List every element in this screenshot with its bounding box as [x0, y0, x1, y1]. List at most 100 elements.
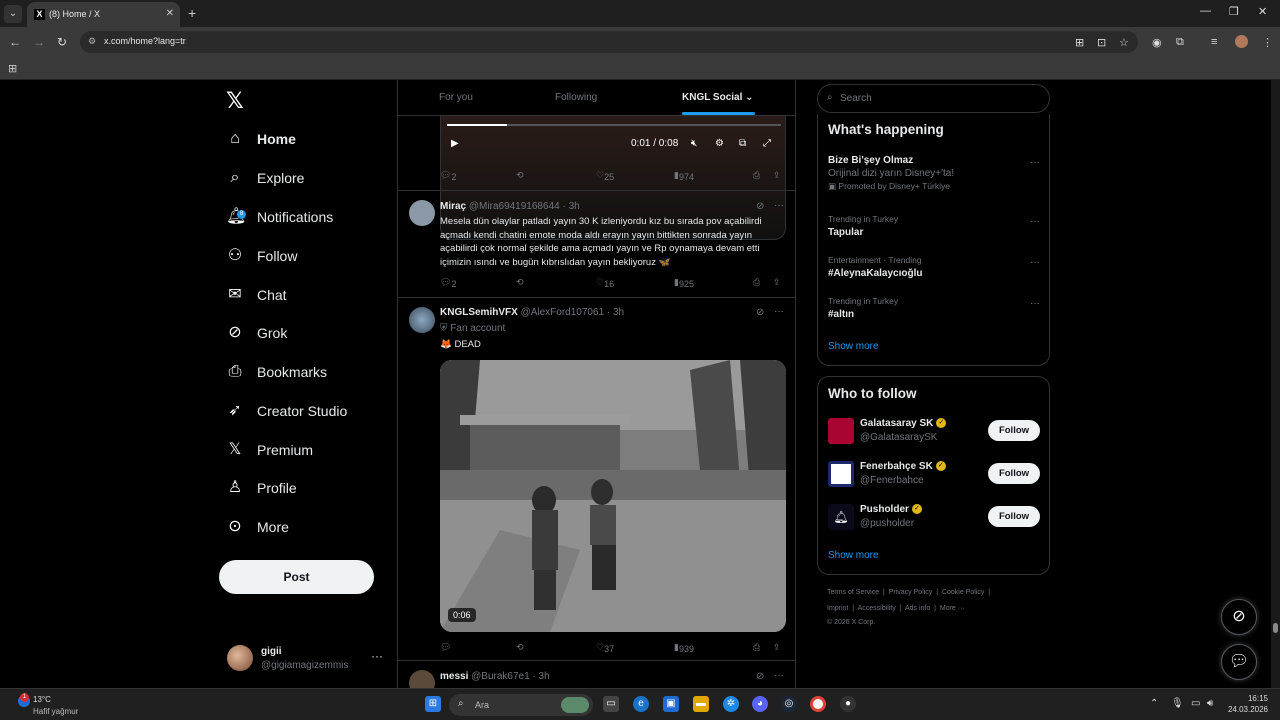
more-dots-icon[interactable]: ··· [1030, 298, 1040, 309]
follow-button[interactable]: Follow [988, 506, 1040, 527]
video-thumbnail[interactable]: 0:06 [440, 360, 786, 632]
clock[interactable]: 16:15 24.03.2026 [1226, 693, 1268, 715]
site-info-icon[interactable]: ⚙ [88, 36, 100, 48]
more-dots-icon[interactable]: ··· [774, 306, 784, 317]
follow-suggestion[interactable]: Fenerbahçe SK ✓ @Fenerbahce Follow [828, 459, 1040, 489]
trend-item[interactable]: Trending in Turkey Tapular ··· [828, 214, 1040, 238]
nav-more[interactable]: ⊙ More [226, 512, 289, 542]
bookmark-star-icon[interactable]: ☆ [1119, 36, 1129, 49]
reading-list-icon[interactable]: ≡ [1211, 36, 1217, 48]
store-icon[interactable]: ▣ [663, 696, 679, 712]
fullscreen-icon[interactable]: ⤢ [763, 138, 771, 149]
show-more-link[interactable]: Show more [828, 550, 879, 561]
bookmark-icon[interactable]: ⎙ [753, 277, 760, 288]
retweet-icon[interactable]: ⟲ [516, 277, 524, 288]
taskbar-search[interactable]: ⌕ Ara [449, 694, 593, 716]
footer-link[interactable]: Accessibility [858, 605, 896, 612]
apps-grid-icon[interactable]: ⊞ [8, 62, 17, 75]
video-progress-bar[interactable] [447, 124, 781, 126]
forward-icon[interactable]: → [33, 35, 45, 49]
url-bar[interactable]: ⚙ x.com/home?lang=tr [80, 31, 1138, 53]
chevron-up-icon[interactable]: ⌃ [1150, 698, 1158, 709]
follow-button[interactable]: Follow [988, 420, 1040, 441]
views-button[interactable]: ▮ 974 [674, 170, 694, 182]
more-dots-icon[interactable]: ··· [1030, 216, 1040, 227]
footer-link[interactable]: Terms of Service [827, 589, 879, 596]
chat-fab-icon[interactable]: 💬︎ [1221, 644, 1257, 680]
install-app-icon[interactable]: ⊡ [1097, 36, 1106, 49]
nav-bookmarks[interactable]: ⎙ Bookmarks [226, 357, 327, 387]
back-icon[interactable]: ← [9, 35, 21, 49]
trend-item[interactable]: Entertainment · Trending #AleynaKalaycıo… [828, 255, 1040, 279]
nav-notifications[interactable]: 🔔︎ 8 Notifications [226, 202, 333, 232]
share-icon[interactable]: ⇪ [773, 642, 781, 653]
translate-icon[interactable]: ⊞ [1075, 36, 1084, 49]
start-icon[interactable]: ⊞ [425, 696, 441, 712]
x-logo-icon[interactable]: 𝕏 [226, 88, 244, 114]
follow-button[interactable]: Follow [988, 463, 1040, 484]
post[interactable]: messi @Burak67e1 · 3h ⊘ ··· [398, 660, 795, 688]
nav-explore[interactable]: ⌕ Explore [226, 163, 305, 193]
extension-icon[interactable]: ◉ [1152, 36, 1162, 49]
volume-icon[interactable]: 🔊︎ [1207, 698, 1213, 709]
share-icon[interactable]: ⇪ [773, 277, 781, 288]
microphone-icon[interactable]: 🎙︎ [1171, 698, 1184, 709]
post-button[interactable]: Post [219, 560, 374, 594]
retweet-icon[interactable]: ⟲ [516, 642, 524, 653]
footer-link[interactable]: Privacy Policy [889, 589, 933, 596]
window-close-icon[interactable]: ✕ [1258, 5, 1267, 18]
follow-suggestion[interactable]: 🔔︎ Pusholder ✓ @pusholder Follow [828, 502, 1040, 532]
minimize-icon[interactable]: — [1200, 5, 1211, 17]
footer-link[interactable]: Ads info [905, 605, 930, 612]
retweet-icon[interactable]: ⟲ [516, 170, 524, 181]
trend-item[interactable]: Trending in Turkey #altın ··· [828, 296, 1040, 320]
browser-menu-icon[interactable]: ⋮ [1262, 36, 1273, 49]
nav-home[interactable]: ⌂ Home [226, 124, 296, 154]
views-button[interactable]: ▮ 939 [674, 642, 694, 654]
like-button[interactable]: ♡ 16 [596, 277, 614, 289]
new-tab-icon[interactable]: + [188, 5, 196, 21]
tab-for-you[interactable]: For you [439, 92, 473, 103]
grok-icon[interactable]: ⊘ [756, 201, 764, 212]
tab-close-icon[interactable]: ✕ [166, 8, 174, 19]
file-explorer-icon[interactable]: ▬ [693, 696, 709, 712]
nav-creator-studio[interactable]: ➶ Creator Studio [226, 396, 347, 426]
more-dots-icon[interactable]: ··· [1030, 157, 1040, 168]
task-view-icon[interactable]: ▭ [603, 696, 619, 712]
post[interactable]: KNGLSemihVFX @AlexFord107061 · 3h ⊘ ··· … [398, 297, 795, 659]
footer-link[interactable]: More ··· [940, 605, 965, 612]
app-icon-2[interactable]: ● [840, 696, 856, 712]
bookmark-icon[interactable]: ⎙ [753, 642, 760, 653]
edge-icon[interactable]: e [633, 696, 649, 712]
extensions-puzzle-icon[interactable]: ⧉ [1176, 36, 1184, 49]
follow-suggestion[interactable]: Galatasaray SK ✓ @GalatasaraySK Follow [828, 416, 1040, 446]
reply-button[interactable]: 💬︎ 2 [440, 170, 456, 182]
reload-icon[interactable]: ↻ [57, 35, 67, 49]
grok-fab-icon[interactable]: ⊘ [1221, 599, 1257, 635]
profile-avatar-icon[interactable] [1235, 35, 1248, 48]
mute-icon[interactable]: 🔇︎ [691, 138, 697, 149]
reply-button[interactable]: 💬︎ [440, 642, 451, 653]
play-icon[interactable]: ▶ [451, 138, 459, 149]
nav-follow[interactable]: ⚇ Follow [226, 241, 298, 271]
nav-profile[interactable]: ♙ Profile [226, 473, 297, 503]
search-input[interactable]: ⌕ Search [817, 84, 1050, 113]
footer-link[interactable]: Imprint [827, 605, 848, 612]
nav-premium[interactable]: 𝕏 Premium [226, 435, 313, 465]
reply-button[interactable]: 💬︎ 2 [440, 277, 456, 289]
display-icon[interactable]: ▭ [1191, 698, 1200, 709]
like-button[interactable]: ♡ 25 [596, 170, 614, 182]
nav-chat[interactable]: ✉ Chat [226, 280, 286, 310]
tab-kngl-social[interactable]: KNGL Social ⌄ [682, 92, 754, 103]
tab-search-dropdown[interactable]: ⌄ [4, 5, 22, 23]
nav-grok[interactable]: ⊘ Grok [226, 318, 287, 348]
bookmark-icon[interactable]: ⎙ [753, 170, 760, 181]
more-dots-icon[interactable]: ··· [1030, 257, 1040, 268]
trend-item[interactable]: Bize Bi'şey Olmaz Orijinal dizi yarın Di… [828, 155, 1040, 192]
more-dots-icon[interactable]: ··· [774, 670, 784, 681]
app-icon[interactable]: ✲ [723, 696, 739, 712]
discord-icon[interactable]: ◕ [752, 696, 768, 712]
browser-tab[interactable]: X (8) Home / X ✕ [27, 2, 180, 27]
grok-icon[interactable]: ⊘ [756, 307, 764, 318]
account-switcher[interactable]: gigii @gigiamagizemmis ··· [227, 643, 387, 675]
